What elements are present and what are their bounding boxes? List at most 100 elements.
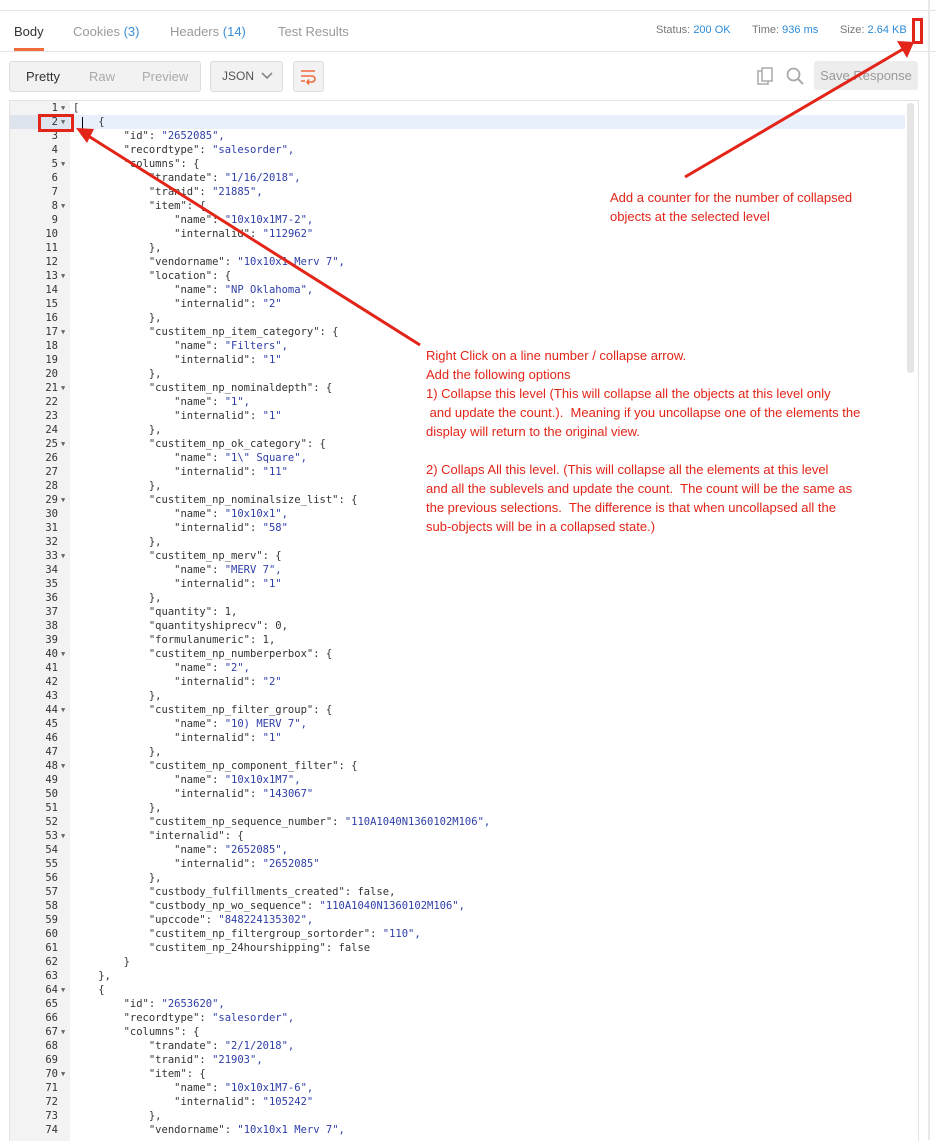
line-number[interactable]: 19	[10, 353, 58, 367]
line-number[interactable]: 15	[10, 297, 58, 311]
fold-arrow-icon[interactable]: ▼	[61, 647, 65, 661]
line-number[interactable]: 42	[10, 675, 58, 689]
fold-arrow-icon[interactable]: ▼	[61, 759, 65, 773]
line-number[interactable]: 1	[10, 101, 58, 115]
line-number[interactable]: 38	[10, 619, 58, 633]
line-number[interactable]: 49	[10, 773, 58, 787]
fold-arrow-icon[interactable]: ▼	[61, 437, 65, 451]
fold-arrow-icon[interactable]: ▼	[61, 983, 65, 997]
line-number[interactable]: 72	[10, 1095, 58, 1109]
line-number[interactable]: 56	[10, 871, 58, 885]
line-number[interactable]: 37	[10, 605, 58, 619]
copy-icon[interactable]	[756, 66, 776, 86]
line-number[interactable]: 58	[10, 899, 58, 913]
fold-arrow-icon[interactable]: ▼	[61, 493, 65, 507]
fold-arrow-icon[interactable]: ▼	[61, 101, 65, 115]
line-number[interactable]: 7	[10, 185, 58, 199]
fold-arrow-icon[interactable]: ▼	[61, 269, 65, 283]
line-number[interactable]: 32	[10, 535, 58, 549]
line-number[interactable]: 67	[10, 1025, 58, 1039]
line-number[interactable]: 43	[10, 689, 58, 703]
line-number[interactable]: 26	[10, 451, 58, 465]
vertical-scrollbar[interactable]	[907, 103, 914, 373]
fold-arrow-icon[interactable]: ▼	[61, 549, 65, 563]
line-number[interactable]: 68	[10, 1039, 58, 1053]
line-number[interactable]: 12	[10, 255, 58, 269]
line-number[interactable]: 17	[10, 325, 58, 339]
pretty-button[interactable]: Pretty	[26, 62, 60, 91]
line-number[interactable]: 4	[10, 143, 58, 157]
tab-cookies[interactable]: Cookies (3)	[73, 11, 139, 49]
line-number[interactable]: 35	[10, 577, 58, 591]
line-number[interactable]: 65	[10, 997, 58, 1011]
tab-test-results[interactable]: Test Results	[278, 11, 349, 49]
line-number[interactable]: 6	[10, 171, 58, 185]
line-number[interactable]: 54	[10, 843, 58, 857]
line-number[interactable]: 51	[10, 801, 58, 815]
line-number[interactable]: 60	[10, 927, 58, 941]
line-number[interactable]: 39	[10, 633, 58, 647]
line-number[interactable]: 63	[10, 969, 58, 983]
save-response-button[interactable]: Save Response	[814, 61, 918, 90]
line-number[interactable]: 44	[10, 703, 58, 717]
tab-body[interactable]: Body	[14, 11, 44, 51]
line-number[interactable]: 13	[10, 269, 58, 283]
line-number[interactable]: 73	[10, 1109, 58, 1123]
fold-arrow-icon[interactable]: ▼	[61, 325, 65, 339]
line-number[interactable]: 41	[10, 661, 58, 675]
fold-arrow-icon[interactable]: ▼	[61, 1025, 65, 1039]
line-number[interactable]: 9	[10, 213, 58, 227]
line-number[interactable]: 33	[10, 549, 58, 563]
line-number[interactable]: 52	[10, 815, 58, 829]
raw-button[interactable]: Raw	[89, 62, 115, 91]
line-number[interactable]: 18	[10, 339, 58, 353]
line-number[interactable]: 16	[10, 311, 58, 325]
line-number[interactable]: 8	[10, 199, 58, 213]
line-number[interactable]: 66	[10, 1011, 58, 1025]
line-number[interactable]: 36	[10, 591, 58, 605]
line-number[interactable]: 48	[10, 759, 58, 773]
fold-arrow-icon[interactable]: ▼	[61, 703, 65, 717]
line-number[interactable]: 45	[10, 717, 58, 731]
line-number[interactable]: 30	[10, 507, 58, 521]
wrap-lines-button[interactable]	[293, 61, 324, 92]
tab-headers[interactable]: Headers (14)	[170, 11, 246, 49]
line-number[interactable]: 70	[10, 1067, 58, 1081]
json-response-editor[interactable]: 1 ▼[2 ▼ {3 "id": "2652085", 4 "recordtype":…	[9, 100, 919, 1141]
line-number[interactable]: 71	[10, 1081, 58, 1095]
line-number[interactable]: 47	[10, 745, 58, 759]
line-number[interactable]: 22	[10, 395, 58, 409]
fold-arrow-icon[interactable]: ▼	[61, 157, 65, 171]
line-number[interactable]: 46	[10, 731, 58, 745]
line-number[interactable]: 28	[10, 479, 58, 493]
line-number[interactable]: 34	[10, 563, 58, 577]
line-number[interactable]: 23	[10, 409, 58, 423]
line-number[interactable]: 24	[10, 423, 58, 437]
line-number[interactable]: 5	[10, 157, 58, 171]
preview-button[interactable]: Preview	[142, 62, 188, 91]
line-number[interactable]: 10	[10, 227, 58, 241]
line-number[interactable]: 50	[10, 787, 58, 801]
line-number[interactable]: 11	[10, 241, 58, 255]
line-number[interactable]: 31	[10, 521, 58, 535]
fold-arrow-icon[interactable]: ▼	[61, 829, 65, 843]
line-number[interactable]: 21	[10, 381, 58, 395]
line-number[interactable]: 61	[10, 941, 58, 955]
fold-arrow-icon[interactable]: ▼	[61, 1067, 65, 1081]
line-number[interactable]: 53	[10, 829, 58, 843]
line-number[interactable]: 64	[10, 983, 58, 997]
line-number[interactable]: 62	[10, 955, 58, 969]
search-icon[interactable]	[785, 66, 805, 86]
fold-arrow-icon[interactable]: ▼	[61, 381, 65, 395]
line-number[interactable]: 20	[10, 367, 58, 381]
line-number[interactable]: 57	[10, 885, 58, 899]
line-number[interactable]: 40	[10, 647, 58, 661]
line-number[interactable]: 14	[10, 283, 58, 297]
line-number[interactable]: 29	[10, 493, 58, 507]
line-number[interactable]: 69	[10, 1053, 58, 1067]
format-select[interactable]: JSON	[210, 61, 283, 92]
line-number[interactable]: 74	[10, 1123, 58, 1137]
line-number[interactable]: 25	[10, 437, 58, 451]
line-number[interactable]: 59	[10, 913, 58, 927]
fold-arrow-icon[interactable]: ▼	[61, 199, 65, 213]
